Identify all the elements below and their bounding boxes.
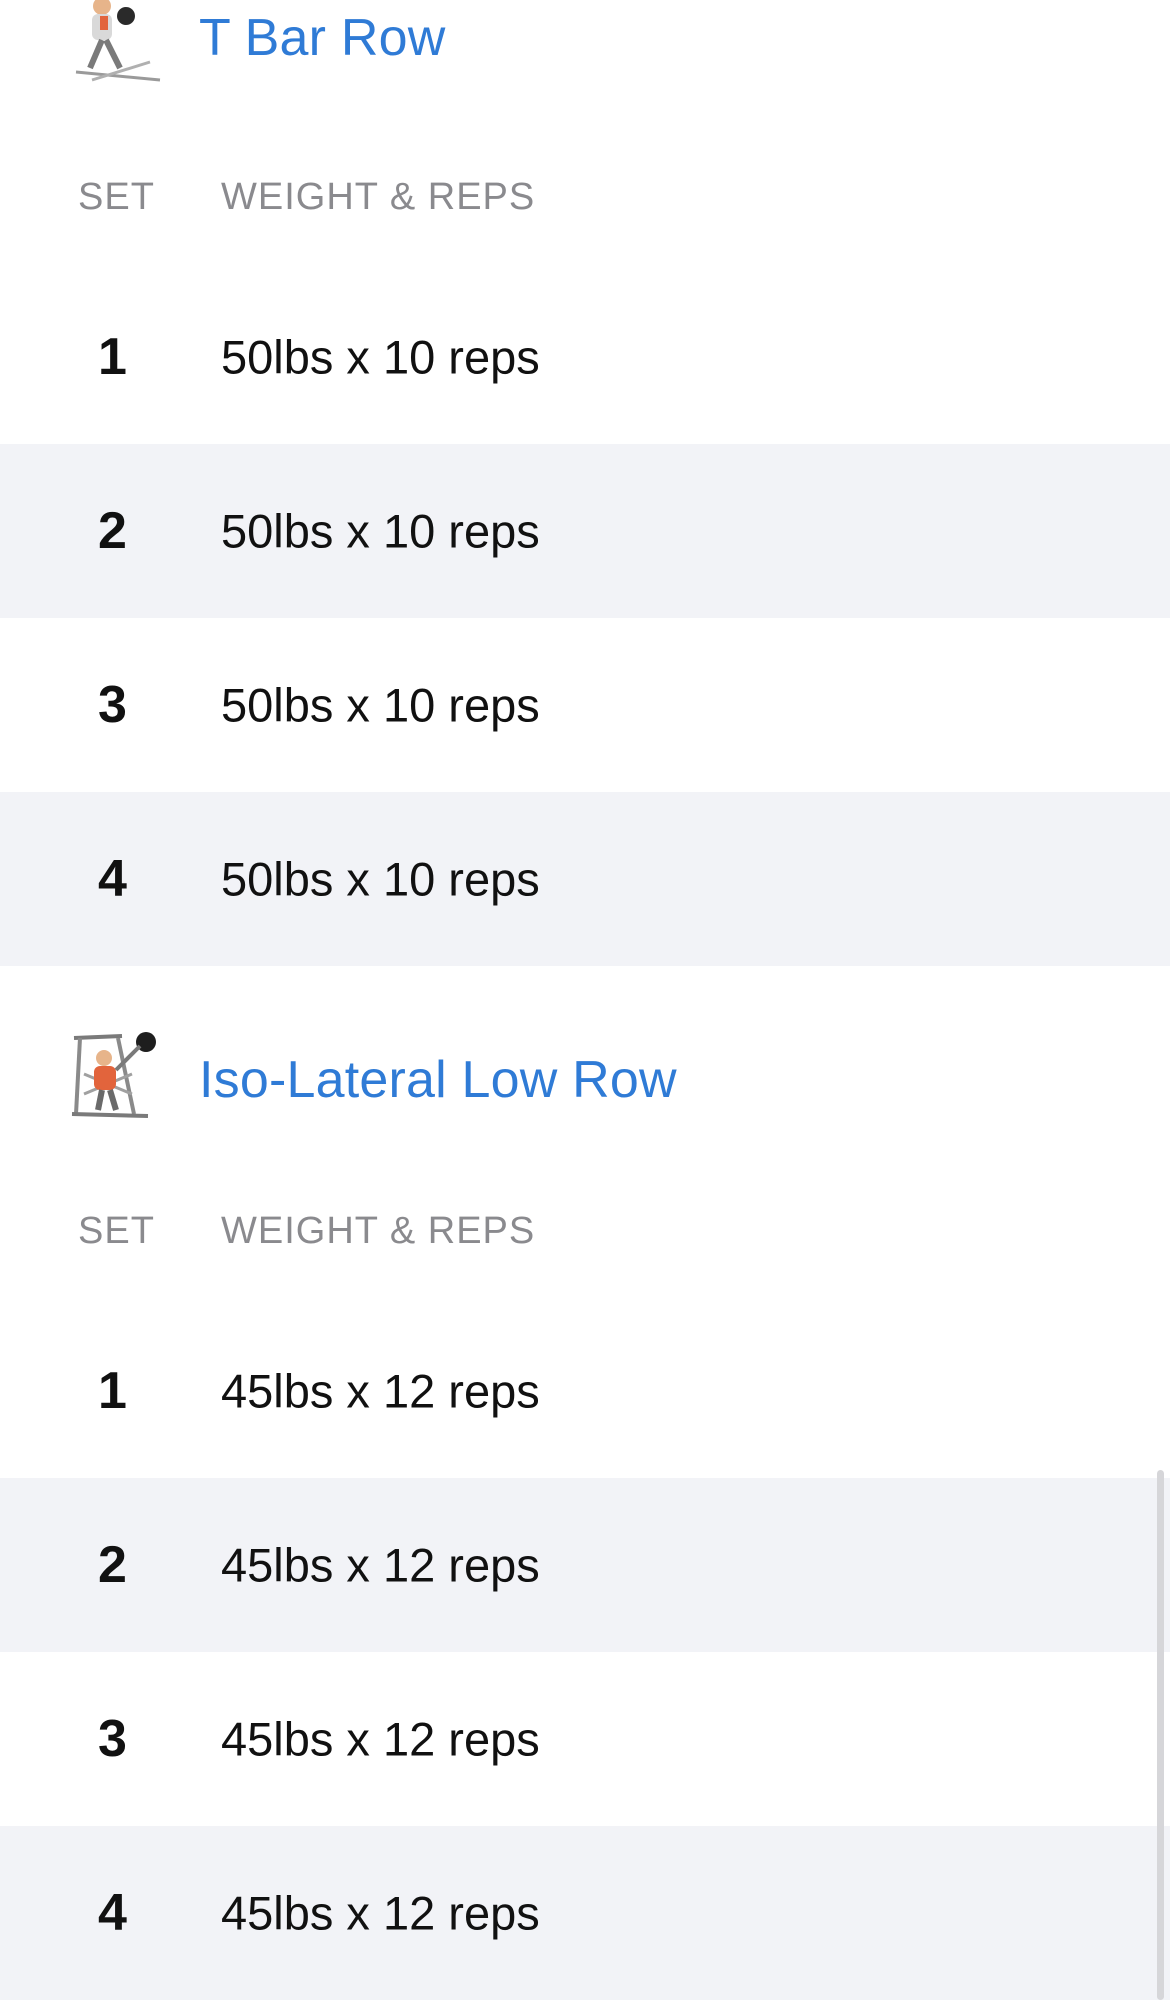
set-column-header: SET (78, 1210, 155, 1252)
set-column-header: SET (78, 176, 155, 218)
set-row[interactable]: 1 50lbs x 10 reps (0, 270, 1170, 444)
exercise-title[interactable]: Iso-Lateral Low Row (199, 1050, 677, 1110)
column-headers: SET WEIGHT & REPS (0, 1192, 1170, 1272)
exercise-header-iso-lateral-low-row[interactable]: Iso-Lateral Low Row (0, 1010, 1170, 1140)
scrollbar[interactable] (1157, 1470, 1164, 2000)
set-row[interactable]: 3 45lbs x 12 reps (0, 1652, 1170, 1826)
set-weight-reps: 45lbs x 12 reps (221, 1712, 540, 1766)
set-weight-reps: 50lbs x 10 reps (221, 678, 540, 732)
set-row[interactable]: 2 45lbs x 12 reps (0, 1478, 1170, 1652)
exercise-title[interactable]: T Bar Row (199, 8, 445, 68)
set-row[interactable]: 2 50lbs x 10 reps (0, 444, 1170, 618)
set-number: 4 (98, 850, 127, 908)
column-headers: SET WEIGHT & REPS (0, 158, 1170, 238)
exercise-header-t-bar-row[interactable]: T Bar Row (0, 0, 1170, 100)
set-weight-reps: 50lbs x 10 reps (221, 504, 540, 558)
set-number: 1 (98, 328, 127, 386)
set-weight-reps: 45lbs x 12 reps (221, 1364, 540, 1418)
set-number: 3 (98, 1710, 127, 1768)
set-weight-reps: 50lbs x 10 reps (221, 330, 540, 384)
set-number: 3 (98, 676, 127, 734)
set-row[interactable]: 1 45lbs x 12 reps (0, 1304, 1170, 1478)
iso-lateral-low-row-exercise-icon[interactable] (62, 1024, 166, 1128)
set-number: 2 (98, 502, 127, 560)
set-number: 4 (98, 1884, 127, 1942)
set-row[interactable]: 4 50lbs x 10 reps (0, 792, 1170, 966)
set-row[interactable]: 3 50lbs x 10 reps (0, 618, 1170, 792)
set-weight-reps: 50lbs x 10 reps (221, 852, 540, 906)
t-bar-row-exercise-icon[interactable] (62, 0, 166, 88)
weight-reps-column-header: WEIGHT & REPS (221, 176, 536, 218)
weight-reps-column-header: WEIGHT & REPS (221, 1210, 536, 1252)
set-number: 1 (98, 1362, 127, 1420)
set-number: 2 (98, 1536, 127, 1594)
set-weight-reps: 45lbs x 12 reps (221, 1538, 540, 1592)
set-row[interactable]: 4 45lbs x 12 reps (0, 1826, 1170, 2000)
set-weight-reps: 45lbs x 12 reps (221, 1886, 540, 1940)
